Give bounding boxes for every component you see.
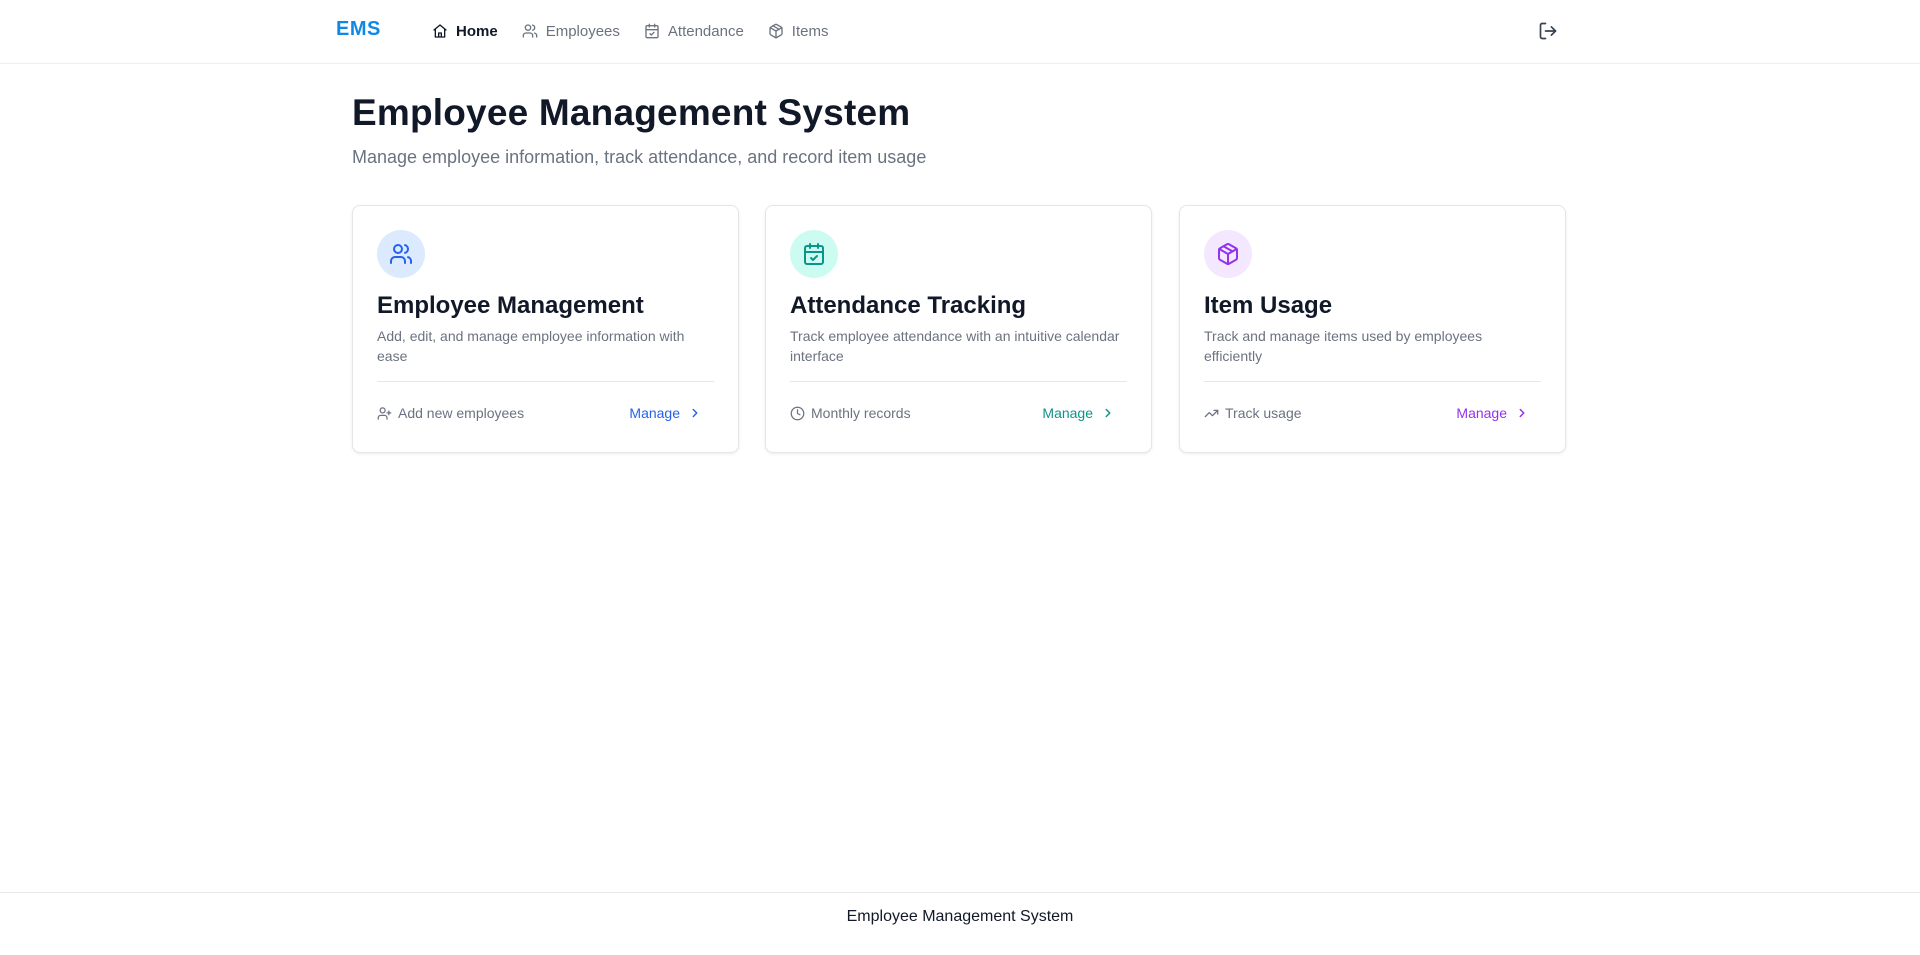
card-description: Track and manage items used by employees… — [1204, 328, 1483, 364]
clock-icon — [790, 406, 805, 420]
card-footer-text: Track usage — [1225, 405, 1302, 421]
card-divider — [790, 381, 1127, 382]
users-icon — [390, 244, 412, 264]
top-navbar: EMS Home Employees Attendance Items — [0, 0, 1920, 64]
card-footer-text: Monthly records — [811, 405, 911, 421]
manage-label: Manage — [629, 405, 680, 421]
nav-item-employees[interactable]: Employees — [522, 18, 620, 44]
calendar-icon — [645, 23, 659, 39]
manage-items-link[interactable]: Manage — [1456, 405, 1529, 421]
card-title: Employee Management — [377, 292, 644, 319]
attendance-tracking-card: Attendance Tracking Track employee atten… — [765, 205, 1152, 453]
card-description: Add, edit, and manage employee informati… — [377, 328, 685, 364]
home-icon — [433, 24, 447, 38]
card-icon-badge — [377, 230, 425, 278]
card-title: Attendance Tracking — [790, 292, 1027, 319]
card-divider — [1204, 381, 1541, 382]
manage-label: Manage — [1042, 405, 1093, 421]
trending-up-icon — [1204, 409, 1219, 417]
box-icon — [769, 23, 783, 39]
nav-item-label: Attendance — [667, 22, 744, 40]
chevron-right-icon — [692, 408, 698, 418]
nav-item-label: Home — [456, 22, 498, 40]
manage-employees-link[interactable]: Manage — [629, 405, 702, 421]
card-divider — [377, 381, 714, 382]
brand-logo[interactable]: EMS — [336, 18, 381, 41]
footer-text: Employee Management System — [846, 908, 1074, 925]
main-nav: Home Employees Attendance Items — [432, 18, 828, 44]
chevron-right-icon — [1105, 408, 1111, 418]
card-footer-note: Add new employees — [377, 405, 524, 421]
card-icon-badge — [1204, 230, 1252, 278]
user-plus-icon — [377, 406, 392, 420]
card-footer-note: Monthly records — [790, 405, 911, 421]
chevron-right-icon — [1519, 408, 1525, 418]
card-footer-note: Track usage — [1204, 405, 1302, 421]
calendar-check-icon — [804, 243, 824, 265]
nav-item-label: Items — [791, 22, 829, 40]
manage-label: Manage — [1456, 405, 1507, 421]
page-footer: Employee Management System — [0, 892, 1920, 955]
item-usage-card: Item Usage Track and manage items used b… — [1179, 205, 1566, 453]
card-description: Track employee attendance with an intuit… — [790, 328, 1120, 364]
nav-item-attendance[interactable]: Attendance — [644, 18, 744, 44]
card-title: Item Usage — [1204, 292, 1333, 319]
box-icon — [1218, 243, 1238, 265]
users-icon — [522, 24, 538, 38]
employee-management-card: Employee Management Add, edit, and manag… — [352, 205, 739, 453]
card-icon-badge — [790, 230, 838, 278]
card-footer-text: Add new employees — [398, 405, 525, 421]
logout-icon[interactable] — [1538, 21, 1558, 41]
nav-item-items[interactable]: Items — [768, 18, 829, 44]
manage-attendance-link[interactable]: Manage — [1042, 405, 1115, 421]
nav-item-label: Employees — [545, 22, 620, 40]
page-title: Employee Management System — [352, 92, 911, 133]
page-subtitle: Manage employee information, track atten… — [352, 147, 927, 167]
nav-item-home[interactable]: Home — [432, 18, 498, 44]
